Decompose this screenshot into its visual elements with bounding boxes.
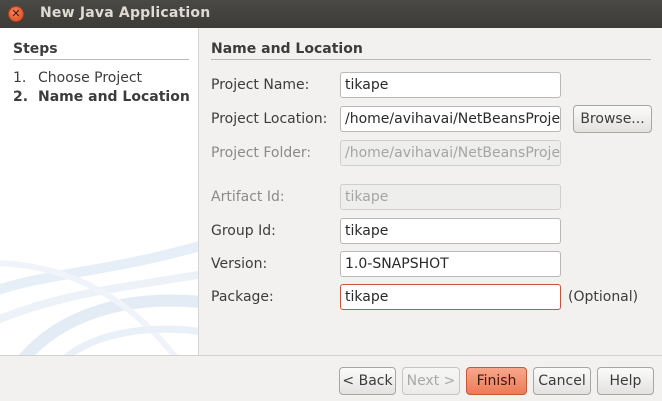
group-id-label: Group Id: — [211, 223, 276, 239]
new-java-application-dialog: ✕ New Java Application Steps 1. Choose Pr… — [0, 0, 662, 401]
step-label: Name and Location — [38, 89, 190, 105]
steps-panel: Steps 1. Choose Project 2. Name and Locati… — [0, 28, 199, 355]
step-label: Choose Project — [38, 70, 143, 86]
project-location-label: Project Location: — [211, 111, 328, 127]
browse-button[interactable]: Browse... — [573, 105, 652, 133]
package-optional-hint: (Optional) — [568, 289, 639, 305]
project-name-label: Project Name: — [211, 77, 310, 93]
project-folder-field: /home/avihavai/NetBeansProjects/tikape — [340, 140, 561, 166]
step-choose-project: 1. Choose Project — [13, 70, 142, 86]
step-number: 1. — [13, 70, 27, 86]
button-bar-divider — [0, 355, 662, 356]
package-field[interactable]: tikape — [340, 284, 561, 310]
steps-divider — [13, 59, 189, 60]
step-number: 2. — [13, 89, 29, 105]
version-label: Version: — [211, 256, 268, 272]
section-divider — [211, 59, 651, 60]
help-button[interactable]: Help — [597, 367, 654, 395]
project-name-field[interactable]: tikape — [340, 72, 561, 98]
window-title: New Java Application — [40, 5, 211, 21]
back-button[interactable]: < Back — [339, 367, 396, 395]
project-folder-label: Project Folder: — [211, 145, 312, 161]
netbeans-swoosh-decoration — [0, 241, 198, 355]
title-bar: ✕ New Java Application — [0, 0, 662, 28]
cancel-button[interactable]: Cancel — [533, 367, 591, 395]
finish-button[interactable]: Finish — [466, 367, 527, 395]
close-icon[interactable]: ✕ — [8, 6, 24, 22]
step-name-and-location: 2. Name and Location — [13, 89, 190, 105]
artifact-id-field: tikape — [340, 184, 561, 210]
artifact-id-label: Artifact Id: — [211, 189, 285, 205]
steps-title: Steps — [13, 41, 58, 57]
package-label: Package: — [211, 289, 274, 305]
next-button: Next > — [402, 367, 460, 395]
project-location-field[interactable]: /home/avihavai/NetBeansProjects — [340, 106, 561, 132]
version-field[interactable]: 1.0-SNAPSHOT — [340, 251, 561, 277]
group-id-field[interactable]: tikape — [340, 218, 561, 244]
section-title: Name and Location — [211, 41, 363, 57]
